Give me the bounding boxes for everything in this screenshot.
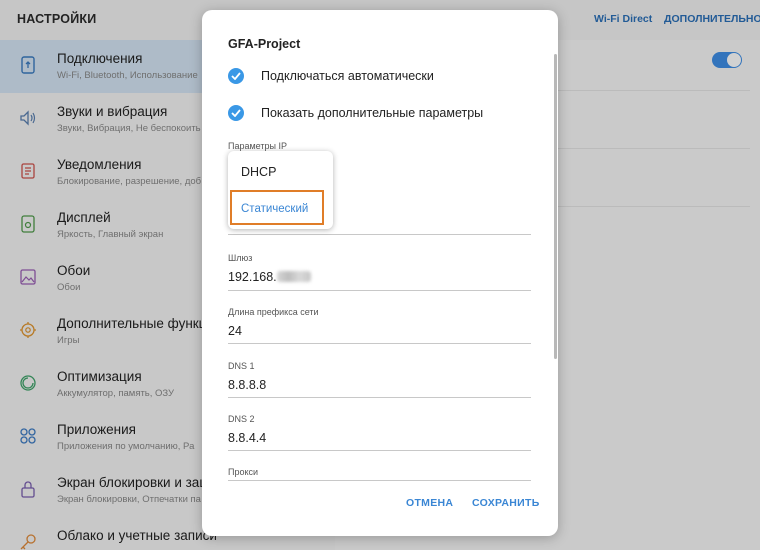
gateway-label: Шлюз (228, 253, 253, 263)
gateway-value: 192.168. (228, 270, 277, 284)
prefix-length-label: Длина префикса сети (228, 307, 319, 317)
check-icon (231, 72, 241, 80)
prefix-length-underline (228, 343, 531, 344)
dns1-underline (228, 397, 531, 398)
show-advanced-checkbox[interactable] (228, 105, 244, 121)
auto-connect-checkbox[interactable] (228, 68, 244, 84)
dns2-label: DNS 2 (228, 414, 255, 424)
proxy-label: Прокси (228, 467, 259, 477)
cancel-button[interactable]: ОТМЕНА (406, 497, 453, 509)
network-settings-dialog: GFA-Project Подключаться автоматически П… (202, 10, 558, 536)
ip-settings-label: Параметры IP (228, 141, 287, 151)
dns2-input[interactable]: 8.8.4.4 (228, 431, 266, 445)
static-option-highlight (230, 190, 324, 225)
redacted-blur (276, 271, 311, 282)
proxy-underline (228, 480, 531, 481)
prefix-length-input[interactable]: 24 (228, 324, 242, 338)
gateway-underline (228, 290, 531, 291)
show-advanced-label[interactable]: Показать дополнительные параметры (261, 106, 483, 120)
dns1-label: DNS 1 (228, 361, 255, 371)
dns2-underline (228, 450, 531, 451)
ip-option-dhcp[interactable]: DHCP (241, 165, 276, 179)
ip-settings-underline (228, 234, 531, 235)
dialog-scrollbar[interactable] (554, 54, 557, 359)
dns1-input[interactable]: 8.8.8.8 (228, 378, 266, 392)
gateway-input[interactable]: 192.168. (228, 270, 311, 284)
save-button[interactable]: СОХРАНИТЬ (472, 497, 540, 509)
auto-connect-label[interactable]: Подключаться автоматически (261, 69, 434, 83)
dialog-title: GFA-Project (228, 37, 301, 51)
check-icon (231, 109, 241, 117)
